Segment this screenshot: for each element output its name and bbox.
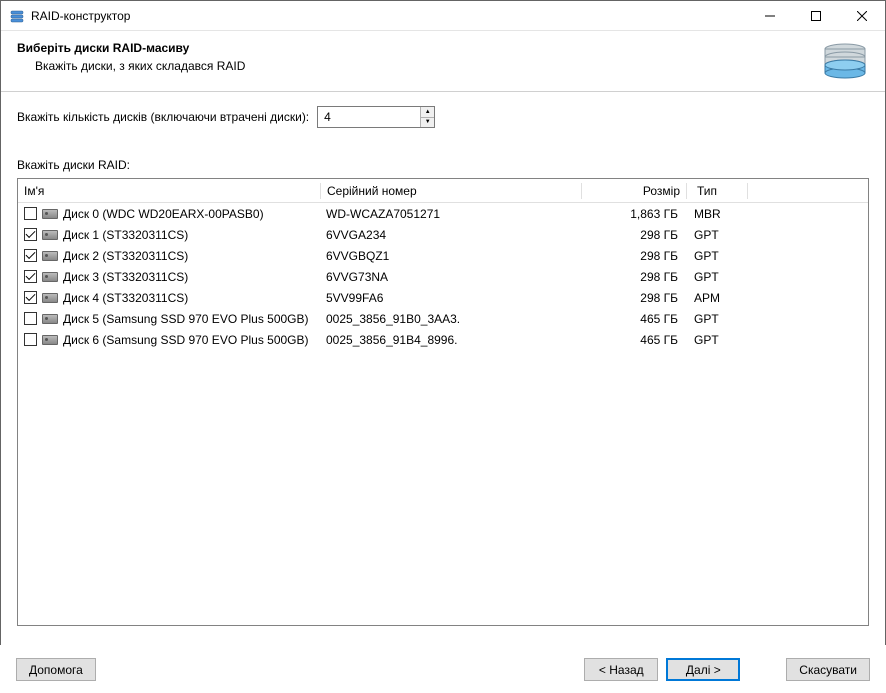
disk-size: 298 ГБ	[580, 291, 684, 305]
disk-icon	[42, 293, 58, 303]
disk-name: Диск 2 (ST3320311CS)	[63, 249, 188, 263]
minimize-button[interactable]	[747, 1, 793, 31]
raid-stack-icon	[821, 41, 869, 81]
spinner-up-button[interactable]: ▲	[421, 107, 434, 118]
disk-checkbox[interactable]	[24, 333, 37, 346]
disk-type: GPT	[684, 270, 744, 284]
disk-serial: 0025_3856_91B4_8996.	[320, 333, 580, 347]
disk-size: 1,863 ГБ	[580, 207, 684, 221]
titlebar: RAID-конструктор	[1, 1, 885, 31]
disk-type: GPT	[684, 249, 744, 263]
next-button[interactable]: Далі >	[666, 658, 740, 681]
disk-count-label: Вкажіть кількість дисків (включаючи втра…	[17, 110, 309, 124]
table-row[interactable]: Диск 5 (Samsung SSD 970 EVO Plus 500GB) 0…	[18, 308, 868, 329]
spinner-down-button[interactable]: ▼	[421, 118, 434, 128]
disk-size: 465 ГБ	[580, 312, 684, 326]
disk-serial: 6VVG73NA	[320, 270, 580, 284]
disk-serial: 6VVGA234	[320, 228, 580, 242]
column-type[interactable]: Тип	[687, 184, 747, 198]
disk-serial: WD-WCAZA7051271	[320, 207, 580, 221]
disk-size: 465 ГБ	[580, 333, 684, 347]
disk-type: APM	[684, 291, 744, 305]
table-header: Ім'я Серійний номер Розмір Тип	[18, 179, 868, 203]
disk-icon	[42, 314, 58, 324]
table-row[interactable]: Диск 2 (ST3320311CS) 6VVGBQZ1298 ГБGPT	[18, 245, 868, 266]
page-title: Виберіть диски RAID-масиву	[17, 41, 813, 55]
disk-icon	[42, 272, 58, 282]
disk-name: Диск 1 (ST3320311CS)	[63, 228, 188, 242]
table-row[interactable]: Диск 6 (Samsung SSD 970 EVO Plus 500GB) 0…	[18, 329, 868, 350]
disk-serial: 0025_3856_91B0_3AA3.	[320, 312, 580, 326]
disk-type: MBR	[684, 207, 744, 221]
disk-checkbox[interactable]	[24, 312, 37, 325]
close-button[interactable]	[839, 1, 885, 31]
disk-icon	[42, 251, 58, 261]
disk-size: 298 ГБ	[580, 228, 684, 242]
disk-name: Диск 3 (ST3320311CS)	[63, 270, 188, 284]
disk-icon	[42, 209, 58, 219]
disk-checkbox[interactable]	[24, 228, 37, 241]
disk-table: Ім'я Серійний номер Розмір Тип Диск 0 (W…	[17, 178, 869, 626]
app-icon	[9, 8, 25, 24]
cancel-button[interactable]: Скасувати	[786, 658, 870, 681]
wizard-footer: Допомога < Назад Далі > Скасувати	[0, 645, 886, 693]
disk-icon	[42, 230, 58, 240]
disk-icon	[42, 335, 58, 345]
column-serial[interactable]: Серійний номер	[321, 184, 581, 198]
table-row[interactable]: Диск 1 (ST3320311CS) 6VVGA234298 ГБGPT	[18, 224, 868, 245]
window-title: RAID-конструктор	[31, 9, 130, 23]
disk-type: GPT	[684, 228, 744, 242]
disk-type: GPT	[684, 312, 744, 326]
back-button[interactable]: < Назад	[584, 658, 658, 681]
table-row[interactable]: Диск 3 (ST3320311CS) 6VVG73NA298 ГБGPT	[18, 266, 868, 287]
disk-serial: 5VV99FA6	[320, 291, 580, 305]
disk-checkbox[interactable]	[24, 249, 37, 262]
disk-name: Диск 4 (ST3320311CS)	[63, 291, 188, 305]
maximize-button[interactable]	[793, 1, 839, 31]
disk-count-input[interactable]	[318, 107, 420, 127]
help-button[interactable]: Допомога	[16, 658, 96, 681]
column-name[interactable]: Ім'я	[18, 184, 320, 198]
disk-name: Диск 5 (Samsung SSD 970 EVO Plus 500GB)	[63, 312, 309, 326]
disk-checkbox[interactable]	[24, 270, 37, 283]
disk-count-spinner[interactable]: ▲ ▼	[317, 106, 435, 128]
page-subtitle: Вкажіть диски, з яких складався RAID	[35, 59, 813, 73]
disk-name: Диск 6 (Samsung SSD 970 EVO Plus 500GB)	[63, 333, 309, 347]
column-size[interactable]: Розмір	[582, 184, 686, 198]
disk-size: 298 ГБ	[580, 249, 684, 263]
wizard-header: Виберіть диски RAID-масиву Вкажіть диски…	[1, 31, 885, 92]
disk-name: Диск 0 (WDC WD20EARX-00PASB0)	[63, 207, 264, 221]
disk-size: 298 ГБ	[580, 270, 684, 284]
disk-checkbox[interactable]	[24, 207, 37, 220]
disk-type: GPT	[684, 333, 744, 347]
disk-list-label: Вкажіть диски RAID:	[17, 158, 869, 172]
disk-checkbox[interactable]	[24, 291, 37, 304]
disk-serial: 6VVGBQZ1	[320, 249, 580, 263]
table-row[interactable]: Диск 0 (WDC WD20EARX-00PASB0) WD-WCAZA705…	[18, 203, 868, 224]
table-row[interactable]: Диск 4 (ST3320311CS) 5VV99FA6298 ГБAPM	[18, 287, 868, 308]
